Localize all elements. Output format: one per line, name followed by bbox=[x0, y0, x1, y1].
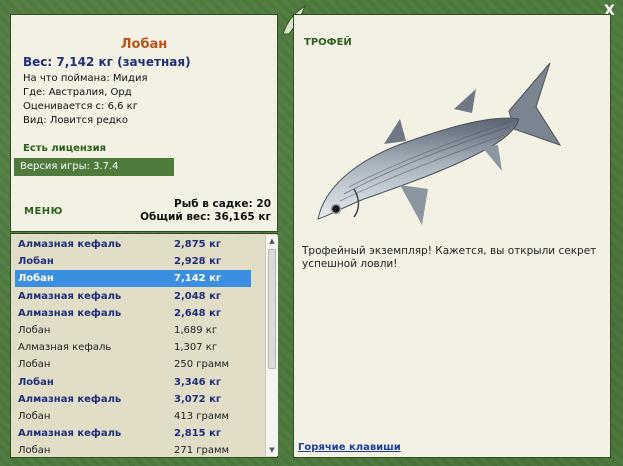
catch-list-item[interactable]: Лобан 7,142 кг bbox=[15, 270, 251, 288]
catch-fish-weight: 7,142 кг bbox=[174, 273, 222, 285]
catch-list-item[interactable]: Алмазная кефаль 3,072 кг bbox=[15, 391, 251, 408]
catch-list-item[interactable]: Лобан 271 грамм bbox=[15, 442, 251, 459]
catch-fish-weight: 2,875 кг bbox=[174, 239, 222, 250]
catch-fish-name: Лобан bbox=[18, 325, 51, 336]
fish-value: Оценивается с: 6,6 кг bbox=[23, 101, 138, 112]
catch-list-item[interactable]: Алмазная кефаль 2,815 кг bbox=[15, 425, 251, 442]
fish-name: Лобан bbox=[120, 37, 168, 52]
fish-bait: На что поймана: Мидия bbox=[23, 73, 148, 84]
scrollbar[interactable]: ▲ ▼ bbox=[265, 235, 278, 456]
catch-fish-name: Алмазная кефаль bbox=[18, 307, 122, 319]
fish-count: Рыб в садке: 20 bbox=[174, 198, 271, 210]
catch-list-item[interactable]: Алмазная кефаль 2,048 кг bbox=[15, 288, 251, 305]
catch-list-item[interactable]: Алмазная кефаль 1,307 кг bbox=[15, 339, 251, 356]
total-weight: Общий вес: 36,165 кг bbox=[140, 211, 271, 223]
fish-weight: Вес: 7,142 кг (зачетная) bbox=[23, 55, 191, 69]
catch-fish-weight: 413 грамм bbox=[174, 411, 230, 422]
catch-fish-weight: 271 грамм bbox=[174, 445, 230, 457]
trophy-label: ТРОФЕЙ bbox=[304, 37, 352, 48]
catch-fish-name: Лобан bbox=[18, 256, 54, 268]
hotkeys-link[interactable]: Горячие клавиши bbox=[298, 442, 401, 453]
scroll-thumb[interactable] bbox=[268, 249, 276, 369]
catch-fish-weight: 1,689 кг bbox=[174, 325, 218, 336]
menu-button[interactable]: МЕНЮ bbox=[24, 206, 63, 217]
catch-list-item[interactable]: Лобан 250 грамм bbox=[15, 356, 251, 373]
catch-list-panel: Алмазная кефаль 2,875 кг Лобан 2,928 кг Лоба… bbox=[10, 233, 278, 458]
fish-rarity: Вид: Ловится редко bbox=[23, 115, 128, 126]
catch-fish-name: Алмазная кефаль bbox=[18, 393, 122, 405]
catch-fish-name: Лобан bbox=[18, 445, 51, 457]
catch-list-item[interactable]: Лобан 1,689 кг bbox=[15, 322, 251, 339]
catch-list-item[interactable]: Алмазная кефаль 2,648 кг bbox=[15, 305, 251, 322]
scroll-down-icon[interactable]: ▼ bbox=[266, 444, 278, 456]
catch-fish-weight: 2,928 кг bbox=[174, 256, 222, 268]
catch-fish-name: Лобан bbox=[18, 359, 51, 371]
catch-list-item[interactable]: Лобан 2,928 кг bbox=[15, 253, 251, 270]
catch-fish-weight: 2,648 кг bbox=[174, 307, 222, 319]
trophy-message: Трофейный экземпляр! Кажется, вы открыли… bbox=[302, 245, 597, 270]
fish-location: Где: Австралия, Орд bbox=[23, 87, 132, 98]
catch-fish-weight: 250 грамм bbox=[174, 359, 230, 371]
trophy-panel: ТРОФЕЙ Трофейный экземпляр! Кажется, вы … bbox=[293, 14, 611, 458]
catch-fish-name: Лобан bbox=[18, 376, 54, 388]
catch-fish-name: Алмазная кефаль bbox=[18, 342, 112, 354]
catch-list-item[interactable]: Лобан 3,346 кг bbox=[15, 374, 251, 391]
catch-fish-name: Алмазная кефаль bbox=[18, 239, 122, 250]
catch-fish-name: Лобан bbox=[18, 411, 51, 422]
catch-fish-name: Алмазная кефаль bbox=[18, 290, 122, 302]
catch-fish-weight: 2,815 кг bbox=[174, 428, 222, 440]
catch-fish-weight: 3,346 кг bbox=[174, 376, 222, 388]
catch-fish-weight: 3,072 кг bbox=[174, 393, 222, 405]
scroll-up-icon[interactable]: ▲ bbox=[266, 235, 278, 247]
catch-fish-weight: 2,048 кг bbox=[174, 290, 222, 302]
catch-fish-name: Алмазная кефаль bbox=[18, 428, 122, 440]
catch-fish-weight: 1,307 кг bbox=[174, 342, 218, 354]
catch-list-item[interactable]: Алмазная кефаль 2,875 кг bbox=[15, 236, 251, 253]
catch-fish-name: Лобан bbox=[18, 273, 54, 285]
version-bar: Версия игры: 3.7.4 bbox=[14, 158, 174, 176]
fish-info-panel: Лобан Вес: 7,142 кг (зачетная) На что по… bbox=[10, 14, 278, 232]
license-status: Есть лицензия bbox=[23, 143, 107, 154]
fish-image bbox=[317, 62, 562, 225]
catch-list-item[interactable]: Лобан 413 грамм bbox=[15, 408, 251, 425]
